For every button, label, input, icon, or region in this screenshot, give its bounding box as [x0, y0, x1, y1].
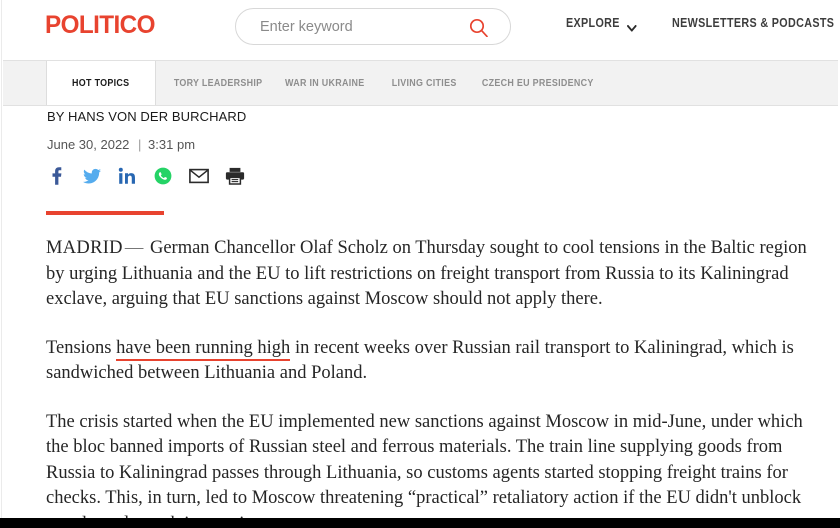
dateline-city: MADRID [46, 238, 123, 258]
whatsapp-icon [153, 166, 173, 191]
share-twitter-button[interactable] [80, 166, 104, 190]
article-text: MADRID — German Chancellor Olaf Scholz on… [46, 236, 811, 528]
page-left-edge [0, 0, 2, 518]
article-divider [46, 211, 164, 215]
nav-item-newsletters-podcasts[interactable]: NEWSLETTERS & PODCASTS [672, 16, 840, 30]
paragraph-2: Tensions have been running high in recen… [46, 336, 811, 387]
hot-topics-label: HOT TOPICS [46, 61, 156, 105]
politico-logo[interactable]: POLITICO [45, 11, 155, 39]
site-header: POLITICO EXPLORE NEWSLETTERS & PODCASTS [0, 0, 840, 59]
share-row [45, 166, 295, 192]
search-icon[interactable] [469, 18, 488, 38]
paragraph-1-text: German Chancellor Olaf Scholz on Thursda… [46, 238, 807, 309]
search-box[interactable] [235, 8, 511, 45]
nav-item-explore-label: EXPLORE [566, 16, 620, 30]
paragraph-2-before: Tensions [46, 337, 117, 358]
politico-article-page: POLITICO EXPLORE NEWSLETTERS & PODCASTS [0, 0, 840, 528]
hot-topic-war-in-ukraine[interactable]: WAR IN UKRAINE [275, 61, 375, 105]
twitter-icon [82, 166, 102, 191]
article-time: 3:31 pm [148, 137, 196, 152]
hot-topic-tory-leadership[interactable]: TORY LEADERSHIP [163, 61, 273, 105]
share-facebook-button[interactable] [45, 166, 69, 190]
dateline-dash: — [124, 238, 144, 258]
email-icon [189, 168, 209, 189]
article-byline[interactable]: BY HANS VON DER BURCHARD [47, 109, 246, 124]
share-linkedin-button[interactable] [115, 166, 139, 190]
viewport-bottom-bar [0, 518, 840, 528]
print-button[interactable] [223, 166, 247, 190]
hot-topic-living-cities[interactable]: LIVING CITIES [381, 61, 467, 105]
chevron-down-icon [626, 21, 637, 32]
paragraph-1: MADRID — German Chancellor Olaf Scholz on… [46, 236, 811, 313]
article-timestamp: June 30, 2022 | 3:31 pm [47, 137, 195, 152]
hot-topic-czech-eu-presidency[interactable]: CZECH EU PRESIDENCY [475, 61, 600, 105]
article-date: June 30, 2022 [47, 137, 130, 152]
nav-item-newsletters-podcasts-label: NEWSLETTERS & PODCASTS [672, 16, 835, 30]
date-separator: | [138, 137, 142, 152]
linkedin-icon [117, 166, 137, 191]
share-email-button[interactable] [187, 166, 211, 190]
hot-topics-bar: HOT TOPICS TORY LEADERSHIP WAR IN UKRAIN… [3, 60, 840, 106]
facebook-icon [47, 166, 67, 191]
share-whatsapp-button[interactable] [151, 166, 175, 190]
print-icon [225, 167, 245, 190]
search-input[interactable] [260, 9, 475, 44]
paragraph-3: The crisis started when the EU implement… [46, 411, 803, 528]
nav-item-explore[interactable]: EXPLORE [566, 16, 637, 32]
inline-link-running-high[interactable]: have been running high [116, 337, 291, 361]
